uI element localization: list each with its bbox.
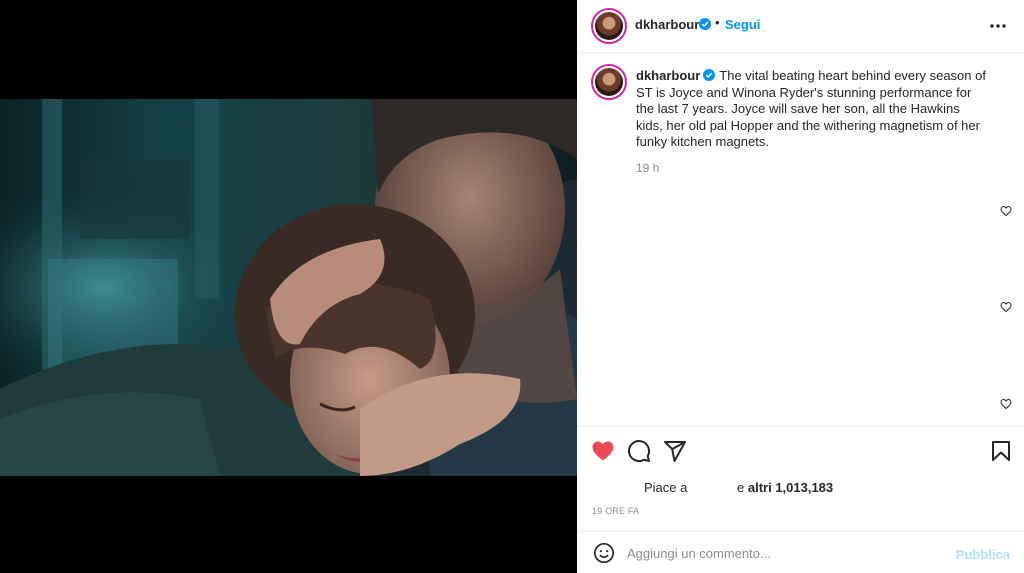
comment-input[interactable] bbox=[627, 542, 947, 564]
heart-filled-icon[interactable] bbox=[591, 439, 615, 463]
post-photo[interactable] bbox=[0, 99, 577, 476]
publish-button[interactable]: Pubblica bbox=[956, 547, 1010, 562]
verified-badge-icon bbox=[703, 69, 716, 81]
emoji-icon[interactable] bbox=[593, 542, 615, 564]
likes-connector: e bbox=[737, 480, 745, 495]
action-bar bbox=[577, 426, 1024, 474]
verified-badge-icon bbox=[699, 18, 711, 30]
media-pane bbox=[0, 0, 577, 573]
caption-text-block: dkharbour The vital beating heart behind … bbox=[636, 68, 990, 151]
likes-prefix: Piace a bbox=[644, 480, 688, 495]
caption-username[interactable]: dkharbour bbox=[636, 68, 700, 83]
comment-like-heart-icon[interactable] bbox=[1000, 205, 1012, 217]
likes-count[interactable]: e altri 1,013,183 bbox=[737, 480, 833, 495]
more-horizontal-icon[interactable] bbox=[988, 16, 1008, 36]
comment-like-heart-icon[interactable] bbox=[1000, 398, 1012, 410]
share-icon[interactable] bbox=[663, 439, 687, 463]
post-header: dkharbour • Segui bbox=[577, 0, 1024, 53]
post-timestamp[interactable]: 19 ORE FA bbox=[592, 506, 639, 516]
post-photo-art bbox=[0, 99, 577, 476]
post-side-panel: dkharbour • Segui dkharbour The vital bea… bbox=[577, 0, 1024, 573]
likes-others[interactable]: altri 1,013,183 bbox=[748, 480, 833, 495]
comment-icon[interactable] bbox=[627, 439, 651, 463]
caption-time[interactable]: 19 h bbox=[636, 161, 659, 175]
header-separator: • bbox=[715, 15, 720, 30]
bookmark-icon[interactable] bbox=[989, 439, 1013, 463]
author-username[interactable]: dkharbour bbox=[635, 17, 699, 32]
caption-area: dkharbour The vital beating heart behind … bbox=[577, 54, 1024, 426]
comment-like-heart-icon[interactable] bbox=[1000, 301, 1012, 313]
caption-author-avatar[interactable] bbox=[591, 64, 627, 100]
author-avatar[interactable] bbox=[591, 8, 627, 44]
follow-button[interactable]: Segui bbox=[725, 17, 760, 32]
comment-bar: Pubblica bbox=[577, 531, 1024, 573]
